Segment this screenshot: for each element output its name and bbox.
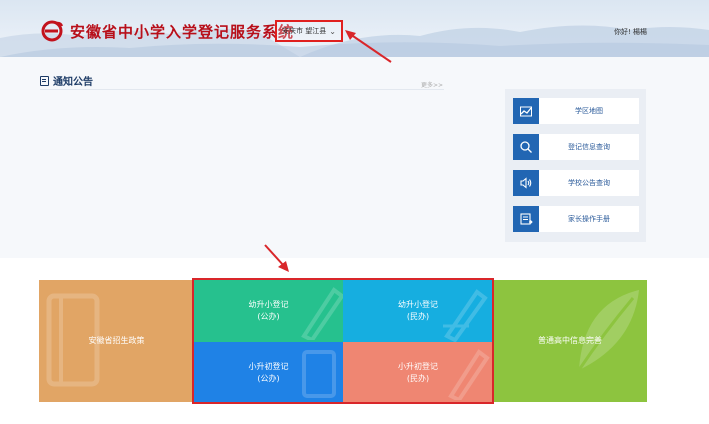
site-title: 安徽省中小学入学登记服务系统 bbox=[70, 23, 295, 41]
quick-link-parent-manual[interactable]: 家长操作手册 bbox=[513, 206, 639, 232]
tile-label: 普通高中信息完善 bbox=[538, 336, 602, 345]
chevron-down-icon: ⌄ bbox=[329, 26, 336, 36]
quick-link-school-notice[interactable]: 学校公告查询 bbox=[513, 170, 639, 196]
logo-icon bbox=[41, 20, 63, 42]
annotation-highlight-box bbox=[192, 278, 494, 404]
tile-enrollment-policy[interactable]: 安徽省招生政策 bbox=[39, 280, 194, 402]
document-icon bbox=[40, 75, 49, 86]
notice-section-title: 通知公告 bbox=[40, 73, 93, 88]
quick-links-panel: 学区地图 登记信息查询 学校公告查询 家长操作手册 bbox=[505, 89, 646, 242]
notice-title-text: 通知公告 bbox=[53, 77, 93, 88]
quick-link-district-map[interactable]: 学区地图 bbox=[513, 98, 639, 124]
tile-label: 安徽省招生政策 bbox=[88, 336, 145, 345]
leaf-icon bbox=[577, 290, 639, 371]
annotation-arrow-middle bbox=[264, 244, 289, 272]
location-select-value: 安庆市 望江县 bbox=[282, 27, 327, 35]
location-select[interactable]: 安庆市 望江县 ⌄ bbox=[275, 20, 343, 42]
annotation-arrow-top bbox=[345, 30, 392, 63]
quick-link-label: 登记信息查询 bbox=[568, 143, 610, 151]
notice-divider bbox=[40, 89, 444, 90]
speaker-icon bbox=[513, 170, 539, 196]
more-link[interactable]: 更多>> bbox=[421, 80, 443, 89]
quick-link-registration-query[interactable]: 登记信息查询 bbox=[513, 134, 639, 160]
quick-link-label: 学校公告查询 bbox=[568, 179, 610, 187]
quick-link-label: 家长操作手册 bbox=[568, 215, 610, 223]
quick-link-label: 学区地图 bbox=[575, 107, 603, 115]
user-greeting[interactable]: 你好! 楊楊 bbox=[614, 27, 647, 37]
search-icon bbox=[513, 134, 539, 160]
manual-icon bbox=[513, 206, 539, 232]
map-icon bbox=[513, 98, 539, 124]
tile-high-school-info[interactable]: 普通高中信息完善 bbox=[493, 280, 647, 402]
